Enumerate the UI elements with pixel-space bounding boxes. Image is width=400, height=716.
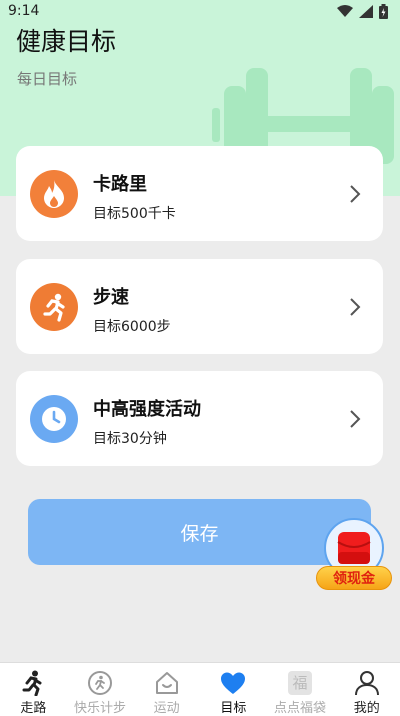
page-subtitle: 每日目标 — [17, 70, 78, 88]
tab-exercise[interactable]: 运动 — [133, 663, 200, 716]
tab-fortune-bag-label: 点点福袋 — [274, 701, 327, 716]
wifi-icon — [337, 4, 353, 17]
person-icon — [353, 669, 381, 696]
heart-icon — [219, 669, 247, 696]
cash-red-packet-button[interactable]: 领现金 — [314, 518, 394, 594]
calorie-title: 卡路里 — [93, 174, 147, 195]
signal-icon — [359, 4, 373, 18]
cash-label: 领现金 — [316, 566, 392, 590]
tab-exercise-label: 运动 — [153, 701, 180, 716]
tab-walk[interactable]: 走路 — [0, 663, 67, 716]
activity-goal-text: 目标30分钟 — [93, 431, 167, 447]
flame-icon — [30, 170, 78, 218]
walking-person-icon — [19, 669, 47, 696]
status-time: 9:14 — [8, 3, 40, 19]
step-goal-card[interactable]: 步速 目标6000步 — [16, 259, 383, 354]
bottom-tab-bar: 走路 快乐计步 运动 目标 福 点点福袋 我的 — [0, 662, 400, 716]
tab-mine[interactable]: 我的 — [333, 663, 400, 716]
fortune-bag-glyph: 福 — [288, 670, 313, 695]
running-person-icon — [30, 283, 78, 331]
step-goal-text: 目标6000步 — [93, 319, 171, 335]
tab-fortune-bag[interactable]: 福 点点福袋 — [267, 663, 334, 716]
chevron-right-icon — [350, 185, 361, 203]
tab-goal[interactable]: 目标 — [200, 663, 267, 716]
tab-pedometer-label: 快乐计步 — [74, 701, 127, 716]
step-title: 步速 — [93, 287, 129, 308]
chevron-right-icon — [350, 410, 361, 428]
chevron-right-icon — [350, 298, 361, 316]
calorie-goal-card[interactable]: 卡路里 目标500千卡 — [16, 146, 383, 241]
tab-mine-label: 我的 — [353, 701, 380, 716]
activity-title: 中高强度活动 — [93, 399, 201, 420]
tab-goal-label: 目标 — [220, 701, 247, 716]
activity-goal-card[interactable]: 中高强度活动 目标30分钟 — [16, 371, 383, 466]
tab-walk-label: 走路 — [20, 701, 47, 716]
tab-pedometer[interactable]: 快乐计步 — [67, 663, 134, 716]
calorie-goal-text: 目标500千卡 — [93, 206, 176, 222]
battery-icon — [379, 3, 388, 19]
page-title: 健康目标 — [16, 27, 117, 56]
pedometer-icon — [86, 669, 114, 696]
clock-icon — [30, 395, 78, 443]
house-smile-icon — [153, 669, 181, 696]
status-bar: 9:14 — [0, 0, 400, 22]
fortune-bag-icon: 福 — [286, 669, 314, 696]
